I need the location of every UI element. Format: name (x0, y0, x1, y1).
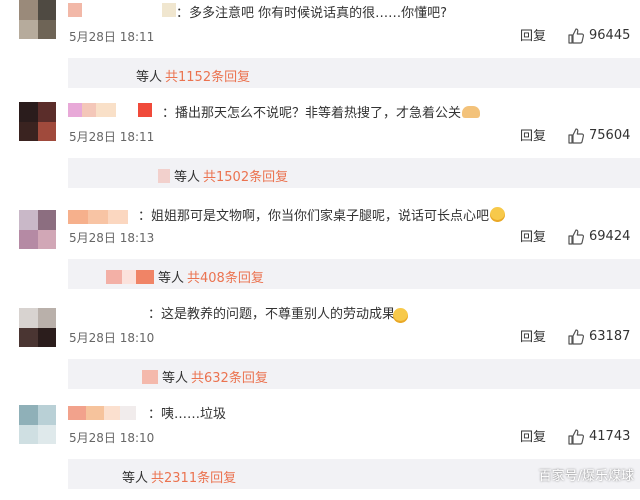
watermark: 百家号/爆乐煤球 (538, 469, 634, 484)
username-mosaic[interactable] (68, 103, 152, 117)
comment-time: 5月28日 18:10 (69, 431, 155, 445)
reply-button[interactable]: 回复 (520, 231, 546, 245)
sub-replies-count-link[interactable]: 共408条回复 (187, 267, 264, 286)
comment-item: ：姐姐那可是文物啊，你当你们家桌子腿呢，说话可长点心吧 5月28日 18:13 … (0, 200, 640, 300)
like-button[interactable]: 69424 (568, 229, 630, 245)
reply-button[interactable]: 回复 (520, 331, 546, 345)
replier-mosaic (158, 168, 170, 183)
thumbs-up-icon (568, 429, 584, 445)
thumbs-up-icon (568, 329, 584, 345)
comment-item: ：多多注意吧 你有时候说话真的很……你懂吧? 5月28日 18:11 回复 96… (0, 0, 640, 100)
smirk-emoji-icon (393, 308, 408, 323)
like-button[interactable]: 41743 (568, 429, 630, 445)
comment-text: ：姐姐那可是文物啊，你当你们家桌子腿呢，说话可长点心吧 (138, 207, 506, 225)
avatar[interactable] (19, 0, 56, 39)
comment-time: 5月28日 18:11 (69, 30, 155, 44)
thumbs-up-icon (568, 128, 584, 144)
like-count: 63187 (589, 329, 631, 344)
sub-replies-prefix: 等人 (162, 371, 189, 386)
like-button[interactable]: 63187 (568, 329, 630, 345)
comment-text: ：多多注意吧 你有时候说话真的很……你懂吧? (176, 6, 448, 21)
sub-replies-box[interactable]: 等人 共1152条回复 (68, 58, 640, 88)
replier-mosaic (106, 269, 154, 284)
sub-replies-prefix: 等人 (122, 471, 149, 486)
comment-time: 5月28日 18:11 (69, 130, 155, 144)
sub-replies-prefix: 等人 (158, 271, 185, 286)
comment-time: 5月28日 18:13 (69, 231, 155, 245)
sub-replies-box[interactable]: 等人 共1502条回复 (68, 158, 640, 188)
replier-mosaic (82, 68, 132, 83)
sub-replies-box[interactable]: 等人 共632条回复 (68, 359, 640, 389)
reply-button[interactable]: 回复 (520, 30, 546, 44)
like-count: 69424 (589, 229, 631, 244)
like-button[interactable]: 75604 (568, 128, 630, 144)
comment-item: ：这是教养的问题，不尊重别人的劳动成果 5月28日 18:10 回复 63187… (0, 300, 640, 400)
avatar[interactable] (19, 210, 56, 249)
sub-replies-box[interactable]: 等人 共408条回复 (68, 259, 640, 289)
sub-replies-prefix: 等人 (136, 70, 163, 85)
username-mosaic[interactable] (68, 406, 136, 420)
sub-replies-count-link[interactable]: 共1152条回复 (165, 66, 250, 85)
like-count: 75604 (589, 128, 631, 143)
reply-button[interactable]: 回复 (520, 130, 546, 144)
avatar[interactable] (19, 405, 56, 444)
thumbs-up-icon (568, 28, 584, 44)
comment-item: ：咦……垃圾 5月28日 18:10 回复 41743 等人 共2311条回复 (0, 400, 640, 500)
like-button[interactable]: 96445 (568, 28, 630, 44)
username-mosaic[interactable] (68, 210, 128, 224)
like-count: 41743 (589, 429, 631, 444)
avatar[interactable] (19, 308, 56, 347)
thumbs-up-icon (568, 229, 584, 245)
reply-button[interactable]: 回复 (520, 431, 546, 445)
comment-item: ：播出那天怎么不说呢？非等着热搜了，才急着公关 5月28日 18:11 回复 7… (0, 100, 640, 200)
pray-emoji-icon (462, 106, 481, 118)
replier-mosaic (142, 369, 158, 384)
comment-text: ：咦……垃圾 (148, 407, 227, 422)
avatar[interactable] (19, 102, 56, 141)
smiley-emoji-icon (490, 207, 506, 222)
username-mosaic[interactable] (68, 3, 176, 17)
sub-replies-count-link[interactable]: 共2311条回复 (151, 467, 236, 486)
sub-replies-prefix: 等人 (174, 170, 201, 185)
comment-text: ：播出那天怎么不说呢？非等着热搜了，才急着公关 (162, 106, 481, 122)
comment-time: 5月28日 18:10 (69, 331, 155, 345)
sub-replies-count-link[interactable]: 共632条回复 (191, 367, 268, 386)
comment-text: ：这是教养的问题，不尊重别人的劳动成果 (148, 307, 396, 322)
sub-replies-count-link[interactable]: 共1502条回复 (203, 166, 288, 185)
like-count: 96445 (589, 28, 631, 43)
